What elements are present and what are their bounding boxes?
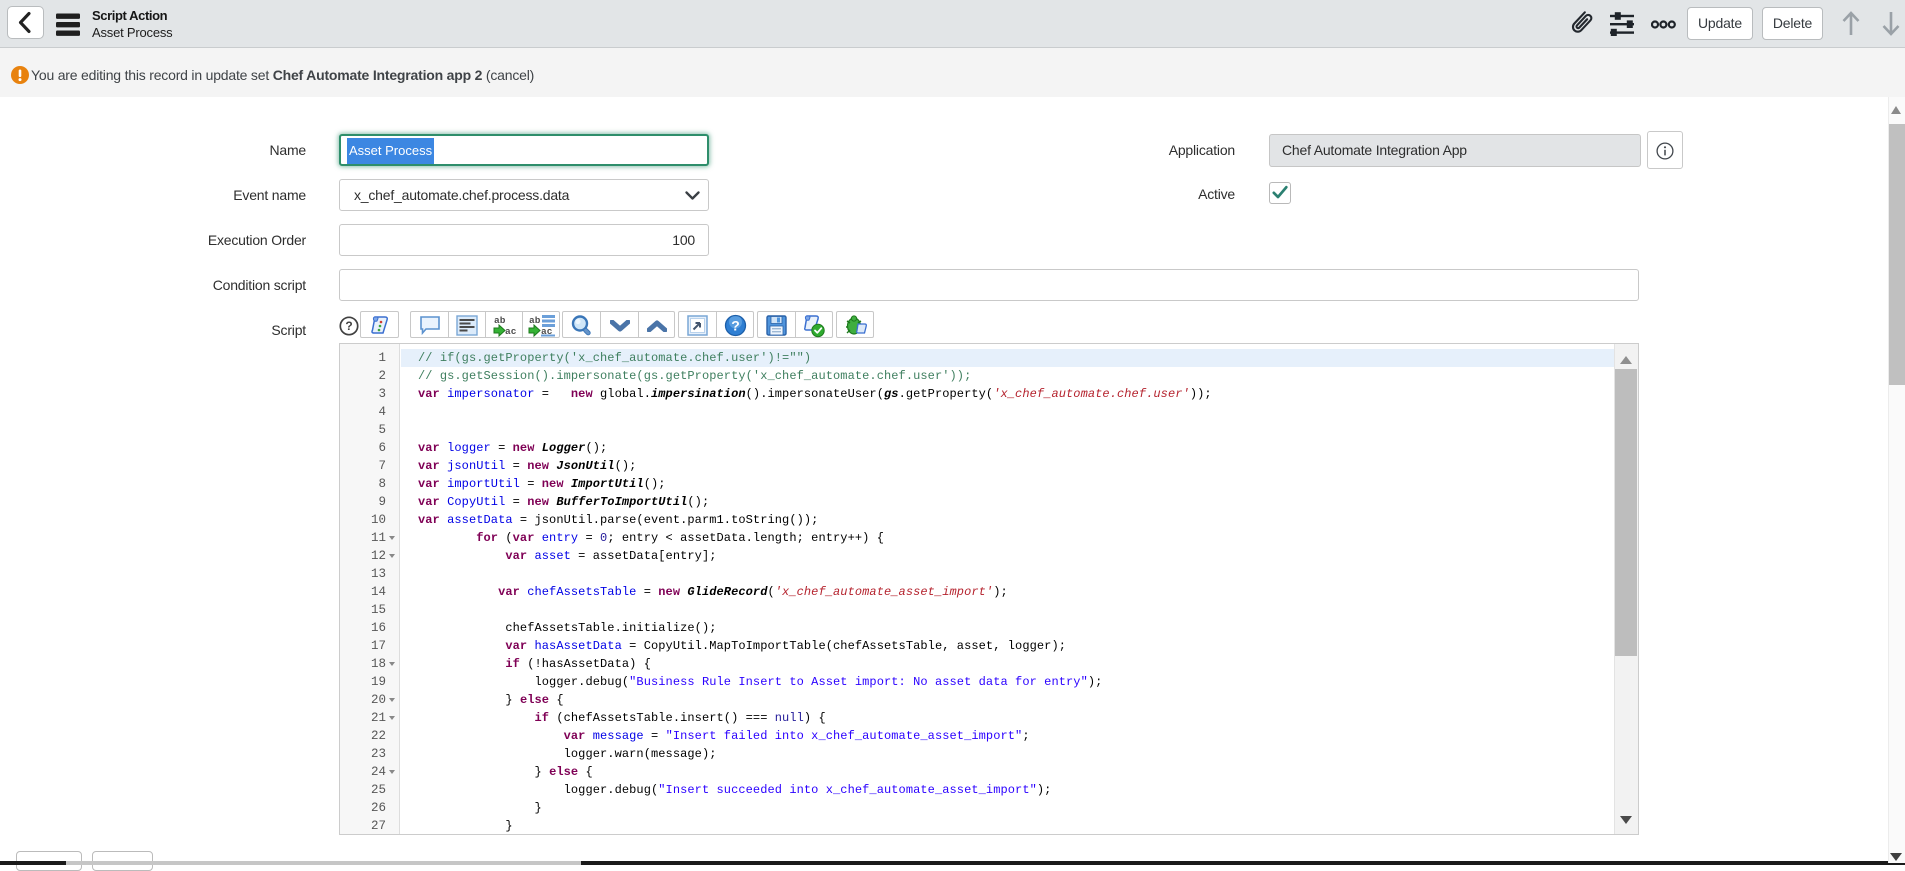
svg-text:?: ? bbox=[345, 319, 352, 333]
svg-text:ab: ab bbox=[494, 315, 506, 326]
svg-text:?: ? bbox=[731, 318, 740, 334]
svg-text:ac: ac bbox=[505, 326, 517, 337]
svg-text:ab: ab bbox=[529, 315, 541, 326]
